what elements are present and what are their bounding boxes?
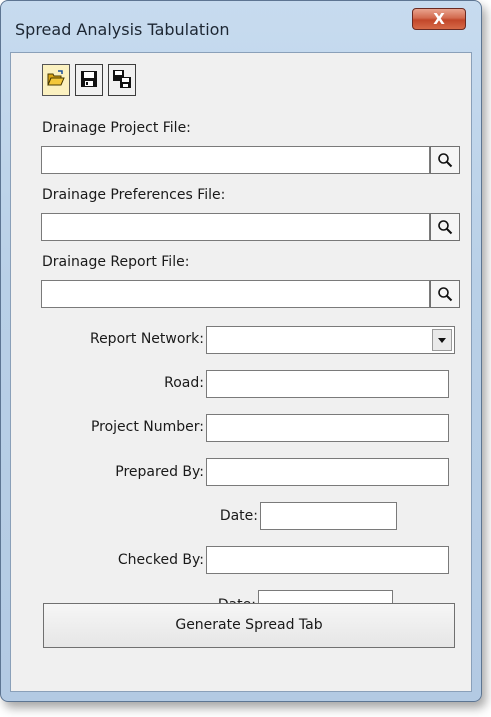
road-label: Road: xyxy=(164,375,204,391)
open-button[interactable] xyxy=(42,64,70,96)
report-network-select[interactable] xyxy=(206,326,455,354)
checked-by-label: Checked By: xyxy=(117,552,204,568)
close-button[interactable]: X xyxy=(412,8,466,30)
preferences-file-browse-button[interactable] xyxy=(430,213,460,241)
prepared-date-label: Date: xyxy=(219,508,258,524)
report-file-label: Drainage Report File: xyxy=(42,254,190,270)
save-button[interactable] xyxy=(75,64,103,96)
road-input[interactable] xyxy=(206,370,449,398)
save-icon xyxy=(81,71,97,87)
report-network-label: Report Network: xyxy=(89,331,204,347)
generate-spread-tab-button[interactable]: Generate Spread Tab xyxy=(43,603,455,648)
prepared-by-label: Prepared By: xyxy=(115,464,204,480)
project-file-browse-button[interactable] xyxy=(430,146,460,174)
prepared-date-input[interactable] xyxy=(260,502,397,530)
search-icon xyxy=(438,220,453,235)
preferences-file-input[interactable] xyxy=(41,213,430,241)
project-number-label: Project Number: xyxy=(90,419,204,435)
search-icon xyxy=(438,153,453,168)
report-file-browse-button[interactable] xyxy=(430,280,460,308)
preferences-file-label: Drainage Preferences File: xyxy=(42,187,226,203)
project-number-input[interactable] xyxy=(206,414,449,442)
save-as-button[interactable] xyxy=(108,64,136,96)
prepared-by-input[interactable] xyxy=(206,458,449,486)
chevron-down-icon xyxy=(438,338,446,343)
spread-analysis-window: Spread Analysis Tabulation X Drainage Pr… xyxy=(0,0,482,702)
dialog-client-area: Drainage Project File: Drainage Preferen… xyxy=(10,52,472,692)
checked-by-input[interactable] xyxy=(206,546,449,574)
report-network-dropdown-button[interactable] xyxy=(432,329,452,351)
project-file-label: Drainage Project File: xyxy=(42,120,191,136)
project-file-input[interactable] xyxy=(41,146,430,174)
search-icon xyxy=(438,287,453,302)
save-as-icon xyxy=(113,70,131,88)
window-title: Spread Analysis Tabulation xyxy=(15,20,230,39)
report-file-input[interactable] xyxy=(41,280,430,308)
open-folder-icon xyxy=(47,70,65,86)
